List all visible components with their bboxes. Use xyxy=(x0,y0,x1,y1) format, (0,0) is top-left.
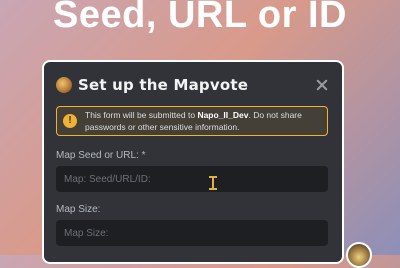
warning-prefix: This form will be submitted to xyxy=(85,110,198,120)
map-size-input[interactable] xyxy=(56,220,328,246)
warning-icon: ! xyxy=(63,114,77,128)
app-avatar-icon xyxy=(56,77,72,93)
map-seed-input[interactable] xyxy=(56,166,328,192)
hero-title: Seed, URL or ID xyxy=(53,0,347,36)
warning-banner: ! This form will be submitted to Napo_II… xyxy=(56,106,328,136)
modal-title: Set up the Mapvote xyxy=(78,76,249,94)
warning-bot-name: Napo_II_Dev xyxy=(197,110,249,120)
text-cursor-icon xyxy=(208,175,218,191)
user-avatar xyxy=(346,242,372,268)
map-seed-label: Map Seed or URL: * xyxy=(56,150,146,161)
map-size-label: Map Size: xyxy=(56,204,101,215)
close-icon[interactable] xyxy=(314,77,330,93)
mapvote-modal: Set up the Mapvote ! This form will be s… xyxy=(44,62,342,262)
modal-header: Set up the Mapvote xyxy=(56,74,330,96)
